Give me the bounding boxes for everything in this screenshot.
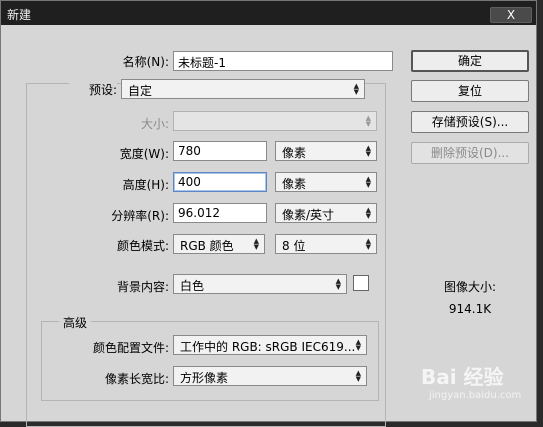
bit-depth-value: 8 位 xyxy=(282,239,306,253)
updown-arrow-icon: ▲ ▼ xyxy=(355,369,361,383)
delete-preset-button[interactable]: 删除预设(D)... xyxy=(411,142,529,164)
updown-arrow-icon: ▲ ▼ xyxy=(365,175,371,189)
background-label: 背景内容: xyxy=(116,280,169,294)
resolution-unit-select[interactable]: 像素/英寸 ▲ ▼ xyxy=(275,203,377,223)
height-input-value: 400 xyxy=(178,175,201,189)
color-profile-label: 颜色配置文件: xyxy=(92,341,169,355)
updown-arrow-icon: ▲ ▼ xyxy=(355,338,361,352)
width-input[interactable]: 780 xyxy=(173,141,267,161)
updown-arrow-icon: ▲ ▼ xyxy=(365,144,371,158)
dialog-body: 名称(N): 未标题-1 预设: 自定 ▲ ▼ 大小: ▲ ▼ 宽度(W): 780… xyxy=(9,29,530,427)
updown-arrow-icon: ▲ ▼ xyxy=(353,82,359,96)
resolution-label: 分辨率(R): xyxy=(111,209,169,223)
height-unit-value: 像素 xyxy=(282,177,307,191)
advanced-title: 高级 xyxy=(59,314,92,331)
resolution-input[interactable]: 96.012 xyxy=(173,203,267,223)
size-label: 大小: xyxy=(140,117,169,131)
width-unit-value: 像素 xyxy=(282,146,307,160)
updown-arrow-icon: ▲ ▼ xyxy=(365,237,371,251)
width-unit-select[interactable]: 像素 ▲ ▼ xyxy=(275,141,377,161)
image-size-label: 图像大小: xyxy=(443,280,497,294)
advanced-group xyxy=(41,321,379,401)
dialog-title: 新建 xyxy=(7,8,32,22)
size-select[interactable]: ▲ ▼ xyxy=(173,111,377,131)
pixel-aspect-select[interactable]: 方形像素 ▲ ▼ xyxy=(173,366,367,386)
name-label: 名称(N): xyxy=(122,55,169,69)
resolution-unit-value: 像素/英寸 xyxy=(282,208,335,222)
height-label: 高度(H): xyxy=(122,178,169,192)
width-input-value: 780 xyxy=(178,144,201,158)
preset-select[interactable]: 自定 ▲ ▼ xyxy=(121,79,365,99)
color-mode-select[interactable]: RGB 颜色 ▲ ▼ xyxy=(173,234,265,254)
height-unit-select[interactable]: 像素 ▲ ▼ xyxy=(275,172,377,192)
watermark-main: Bai 经验 xyxy=(421,365,504,389)
name-input-value: 未标题-1 xyxy=(178,56,226,70)
baidu-watermark: Bai 经验 jingyan.baidu.com xyxy=(421,361,521,401)
pixel-aspect-label: 像素长宽比: xyxy=(104,372,169,386)
updown-arrow-icon: ▲ ▼ xyxy=(335,277,341,291)
title-bar: 新建 X xyxy=(1,1,536,25)
updown-arrow-icon: ▲ ▼ xyxy=(365,114,371,128)
image-size-value: 914.1K xyxy=(448,302,492,316)
height-input[interactable]: 400 xyxy=(173,172,267,192)
ok-button[interactable]: 确定 xyxy=(411,50,529,72)
background-select[interactable]: 白色 ▲ ▼ xyxy=(173,274,347,294)
color-profile-select[interactable]: 工作中的 RGB: sRGB IEC619... ▲ ▼ xyxy=(173,335,367,355)
preset-select-value: 自定 xyxy=(128,84,153,98)
save-preset-button[interactable]: 存储预设(S)... xyxy=(411,111,529,133)
updown-arrow-icon: ▲ ▼ xyxy=(365,206,371,220)
bit-depth-select[interactable]: 8 位 ▲ ▼ xyxy=(275,234,377,254)
updown-arrow-icon: ▲ ▼ xyxy=(253,237,259,251)
color-mode-value: RGB 颜色 xyxy=(180,239,234,253)
reset-button[interactable]: 复位 xyxy=(411,80,529,102)
close-icon: X xyxy=(506,8,516,22)
color-mode-label: 颜色模式: xyxy=(116,239,169,253)
pixel-aspect-value: 方形像素 xyxy=(180,371,229,385)
background-color-swatch[interactable] xyxy=(353,275,369,291)
new-document-dialog: 新建 X 名称(N): 未标题-1 预设: 自定 ▲ ▼ 大小: ▲ ▼ 宽度(W)… xyxy=(0,0,537,427)
close-button[interactable]: X xyxy=(490,7,532,23)
name-input[interactable]: 未标题-1 xyxy=(173,51,393,71)
width-label: 宽度(W): xyxy=(119,147,169,161)
resolution-input-value: 96.012 xyxy=(178,206,220,220)
color-profile-value: 工作中的 RGB: sRGB IEC619... xyxy=(180,340,356,354)
background-value: 白色 xyxy=(180,279,205,293)
watermark-sub: jingyan.baidu.com xyxy=(429,390,522,401)
preset-label: 预设: xyxy=(69,81,117,98)
